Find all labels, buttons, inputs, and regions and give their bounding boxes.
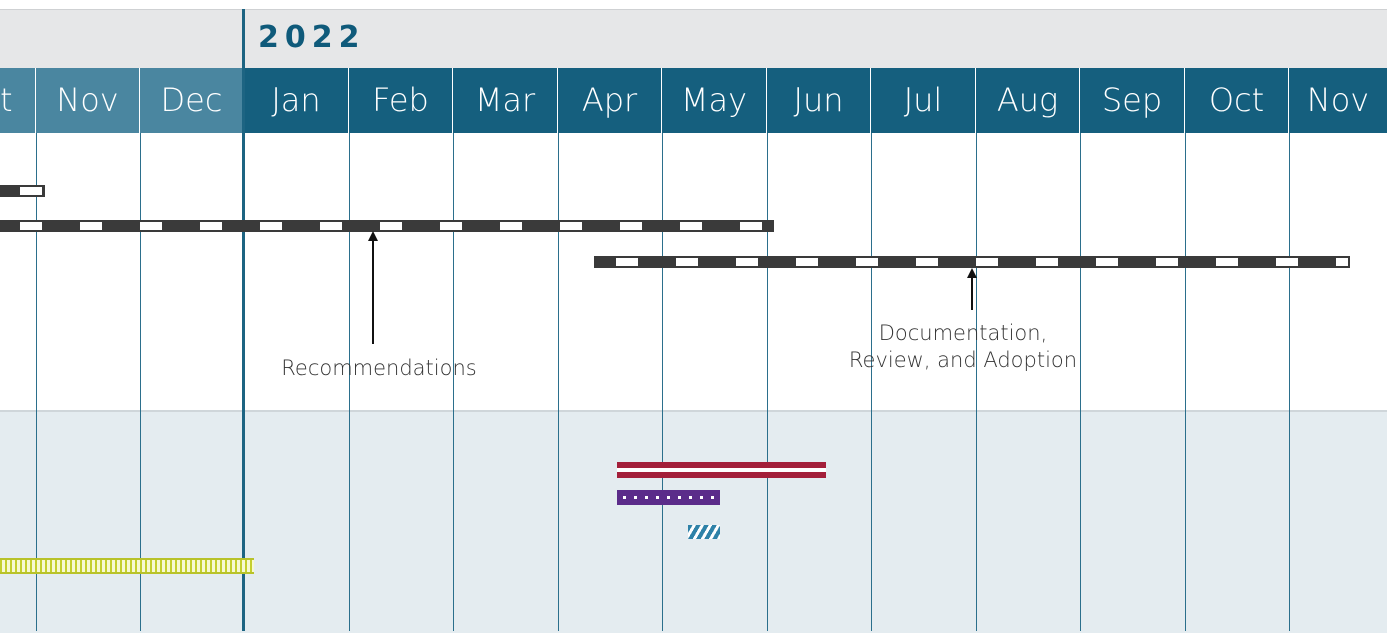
gridline	[1289, 133, 1290, 631]
month-aug: Aug	[976, 68, 1080, 133]
gridline	[662, 133, 663, 631]
month-jul: Jul	[871, 68, 976, 133]
month-dec-2021: Dec	[140, 68, 244, 133]
task-bar-documentation	[594, 256, 1350, 268]
month-nov-2021: Nov	[36, 68, 140, 133]
month-jan: Jan	[244, 68, 349, 133]
month-apr: Apr	[558, 68, 662, 133]
gridline	[1185, 133, 1186, 631]
gridline	[871, 133, 872, 631]
upper-swimlane	[0, 133, 1387, 410]
milestone-label-documentation-line2: Review, and Adoption	[848, 348, 1078, 372]
month-oct: t	[0, 68, 36, 133]
month-nov-2022: Nov	[1306, 81, 1370, 119]
milestone-label-documentation: Documentation, Review, and Adoption	[825, 320, 1101, 374]
milestone-label-recommendations: Recommendations	[281, 356, 477, 380]
hatched-bar	[688, 525, 720, 539]
gridline	[558, 133, 559, 631]
gridline	[140, 133, 141, 631]
green-striped-bar	[0, 558, 254, 574]
month-jun: Jun	[767, 68, 871, 133]
gridline	[1080, 133, 1081, 631]
month-sep: Sep	[1080, 68, 1185, 133]
year-label: 2022	[258, 20, 366, 55]
month-feb: Feb	[349, 68, 453, 133]
month-mar: Mar	[453, 68, 558, 133]
lower-swimlane	[0, 410, 1387, 633]
month-may: May	[662, 68, 767, 133]
arrow-shaft	[372, 240, 374, 344]
arrow-shaft	[971, 277, 973, 310]
task-bar-short	[0, 185, 45, 197]
year-header-band	[0, 9, 1387, 69]
gridline	[453, 133, 454, 631]
red-double-bar	[617, 462, 826, 478]
milestone-label-documentation-line1: Documentation,	[878, 321, 1048, 345]
gridline	[976, 133, 977, 631]
year-divider	[242, 9, 245, 631]
task-bar-recommendations	[0, 220, 774, 232]
gridline	[349, 133, 350, 631]
gridline	[767, 133, 768, 631]
month-oct-2022: Oct	[1185, 68, 1289, 133]
gridline	[36, 133, 37, 631]
purple-dotted-bar	[617, 490, 720, 505]
